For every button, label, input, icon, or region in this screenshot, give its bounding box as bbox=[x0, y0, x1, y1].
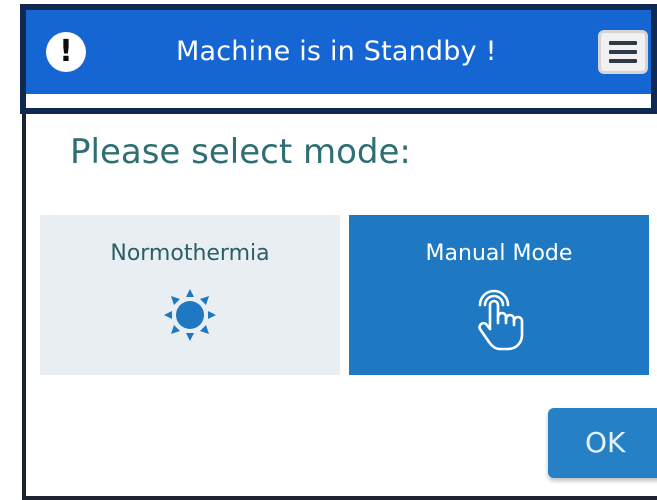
hamburger-menu-icon bbox=[609, 41, 637, 45]
exclamation-icon: ! bbox=[46, 32, 86, 72]
status-header: ! Machine is in Standby ! bbox=[20, 4, 657, 114]
mode-prompt: Please select mode: bbox=[70, 132, 411, 172]
manual-mode-button[interactable]: Manual Mode bbox=[349, 215, 649, 375]
manual-mode-label: Manual Mode bbox=[425, 241, 573, 266]
sun-icon bbox=[164, 289, 216, 341]
menu-button[interactable] bbox=[598, 30, 648, 74]
ok-label: OK bbox=[585, 426, 626, 459]
status-bar: ! Machine is in Standby ! bbox=[26, 10, 651, 94]
normothermia-label: Normothermia bbox=[110, 241, 270, 266]
hand-pointer-icon bbox=[478, 289, 524, 351]
normothermia-mode-button[interactable]: Normothermia bbox=[40, 215, 340, 375]
status-title: Machine is in Standby ! bbox=[176, 36, 497, 67]
ok-button[interactable]: OK bbox=[548, 408, 657, 478]
